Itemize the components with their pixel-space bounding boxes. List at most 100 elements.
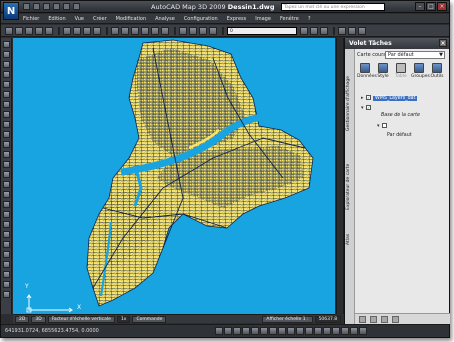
polygon-icon[interactable] <box>2 71 10 78</box>
match-properties-icon[interactable] <box>93 26 101 35</box>
layer-properties-icon[interactable] <box>300 26 308 35</box>
mirror-icon[interactable] <box>2 251 10 258</box>
paste-icon[interactable] <box>83 26 91 35</box>
tab-2d[interactable]: 2D <box>15 315 30 323</box>
menu-vue[interactable]: Vue <box>75 16 84 22</box>
array-icon[interactable] <box>2 271 10 278</box>
model-toggle-icon[interactable] <box>296 327 304 335</box>
polar-toggle-icon[interactable] <box>242 327 250 335</box>
ducs-toggle-icon[interactable] <box>269 327 277 335</box>
save-file-icon[interactable] <box>43 3 50 10</box>
print-icon[interactable] <box>73 3 80 10</box>
menu-image[interactable]: Image <box>255 16 271 22</box>
offset-icon[interactable] <box>2 261 10 268</box>
menu-fenetre[interactable]: Fenêtre <box>280 16 299 22</box>
pan-icon[interactable] <box>131 26 139 35</box>
polyline-icon[interactable] <box>2 61 10 68</box>
menu-help[interactable]: ? <box>308 16 311 22</box>
menu-edition[interactable]: Edition <box>48 16 65 22</box>
rotate-icon[interactable] <box>2 291 10 298</box>
outils-button[interactable]: Outils <box>429 63 445 79</box>
open-icon[interactable] <box>15 26 23 35</box>
palette-handle-strip[interactable] <box>336 38 344 314</box>
table-icon[interactable] <box>2 211 10 218</box>
menu-configuration[interactable]: Configuration <box>184 16 218 22</box>
point-icon[interactable] <box>2 171 10 178</box>
spline-icon[interactable] <box>2 121 10 128</box>
tree-item-base-map[interactable]: ▾ ✓ <box>361 104 373 112</box>
open-file-icon[interactable] <box>33 3 40 10</box>
pan-status-icon[interactable] <box>314 327 322 335</box>
tab-explorateur-carte[interactable]: Explorateur de carte <box>346 155 354 219</box>
search-input[interactable]: Tapez un mot clé ou une expression <box>281 3 385 11</box>
dyn-toggle-icon[interactable] <box>278 327 286 335</box>
color-control-icon[interactable] <box>338 26 346 35</box>
groupes-button[interactable]: Groupes <box>411 63 430 79</box>
zoom-status-icon[interactable] <box>323 327 331 335</box>
layout-toggle-icon[interactable] <box>305 327 313 335</box>
redo-icon[interactable] <box>63 3 70 10</box>
redo-tool-icon[interactable] <box>121 26 129 35</box>
layer-previous-icon[interactable] <box>320 26 328 35</box>
workspace-icon[interactable] <box>341 327 349 335</box>
osnap-toggle-icon[interactable] <box>251 327 259 335</box>
new-file-icon[interactable] <box>23 3 30 10</box>
region-icon[interactable] <box>2 201 10 208</box>
default-checkbox[interactable] <box>382 123 387 128</box>
ortho-toggle-icon[interactable] <box>233 327 241 335</box>
lineweight-control-icon[interactable] <box>358 26 366 35</box>
vertical-scale-field[interactable]: 1x <box>116 315 131 323</box>
insert-block-icon[interactable] <box>2 151 10 158</box>
properties-small-icon[interactable] <box>381 315 388 323</box>
cut-icon[interactable] <box>63 26 71 35</box>
multiline-text-icon[interactable] <box>2 221 10 228</box>
grid-toggle-icon[interactable] <box>224 327 232 335</box>
new-icon[interactable] <box>5 26 13 35</box>
zoom-window-icon[interactable] <box>151 26 159 35</box>
menu-creer[interactable]: Créer <box>93 16 107 22</box>
menu-express[interactable]: Express <box>227 16 247 22</box>
layer-visibility-checkbox[interactable]: ✓ <box>366 95 371 100</box>
annotation-scale-icon[interactable] <box>332 327 340 335</box>
revision-cloud-icon[interactable] <box>2 111 10 118</box>
copy-object-icon[interactable] <box>2 241 10 248</box>
erase-icon[interactable] <box>2 231 10 238</box>
construction-line-icon[interactable] <box>2 51 10 58</box>
make-block-icon[interactable] <box>2 161 10 168</box>
zoom-icon[interactable] <box>141 26 149 35</box>
zoom-extents-icon[interactable] <box>359 315 366 323</box>
style-button[interactable]: Style <box>375 63 391 79</box>
help-icon[interactable] <box>392 315 399 323</box>
lineweight-toggle-icon[interactable] <box>287 327 295 335</box>
tree-item-wms-layer[interactable]: ▸ ✓ WMS_Layers_dat <box>361 94 418 102</box>
current-map-select[interactable]: Par défaut ▼ <box>385 51 445 59</box>
minimize-button[interactable]: – <box>415 2 425 11</box>
palette-close-button[interactable]: × <box>439 39 447 47</box>
design-center-icon[interactable] <box>189 26 197 35</box>
close-button[interactable]: × <box>437 2 447 11</box>
donnees-button[interactable]: Données <box>357 63 377 79</box>
snap-toggle-icon[interactable] <box>215 327 223 335</box>
undo-icon[interactable] <box>53 3 60 10</box>
scale-button[interactable]: Afficher échelle 1 : <box>262 315 313 323</box>
layer-dropdown[interactable]: 0 <box>227 26 297 35</box>
command-label[interactable]: Commande <box>132 315 167 323</box>
maximize-button[interactable]: □ <box>426 2 436 11</box>
tree-item-default[interactable]: ▾ <box>377 122 389 130</box>
base-map-checkbox[interactable]: ✓ <box>366 105 371 110</box>
arc-icon[interactable] <box>2 91 10 98</box>
tab-3d[interactable]: 3D <box>31 315 46 323</box>
refresh-icon[interactable] <box>370 315 377 323</box>
tab-gestionnaire-affichage[interactable]: Gestionnaire d'affichage <box>346 59 354 149</box>
scale-value-field[interactable]: 50637.8 <box>314 315 342 323</box>
gradient-icon[interactable] <box>2 191 10 198</box>
undo-tool-icon[interactable] <box>111 26 119 35</box>
tab-atlas[interactable]: Atlas <box>346 227 354 251</box>
move-icon[interactable] <box>2 281 10 288</box>
menu-fichier[interactable]: Fichier <box>23 16 39 22</box>
otrack-toggle-icon[interactable] <box>260 327 268 335</box>
tool-palettes-icon[interactable] <box>199 26 207 35</box>
line-tool-icon[interactable] <box>2 41 10 48</box>
drawing-canvas[interactable]: Y X <box>13 38 335 314</box>
rectangle-icon[interactable] <box>2 81 10 88</box>
